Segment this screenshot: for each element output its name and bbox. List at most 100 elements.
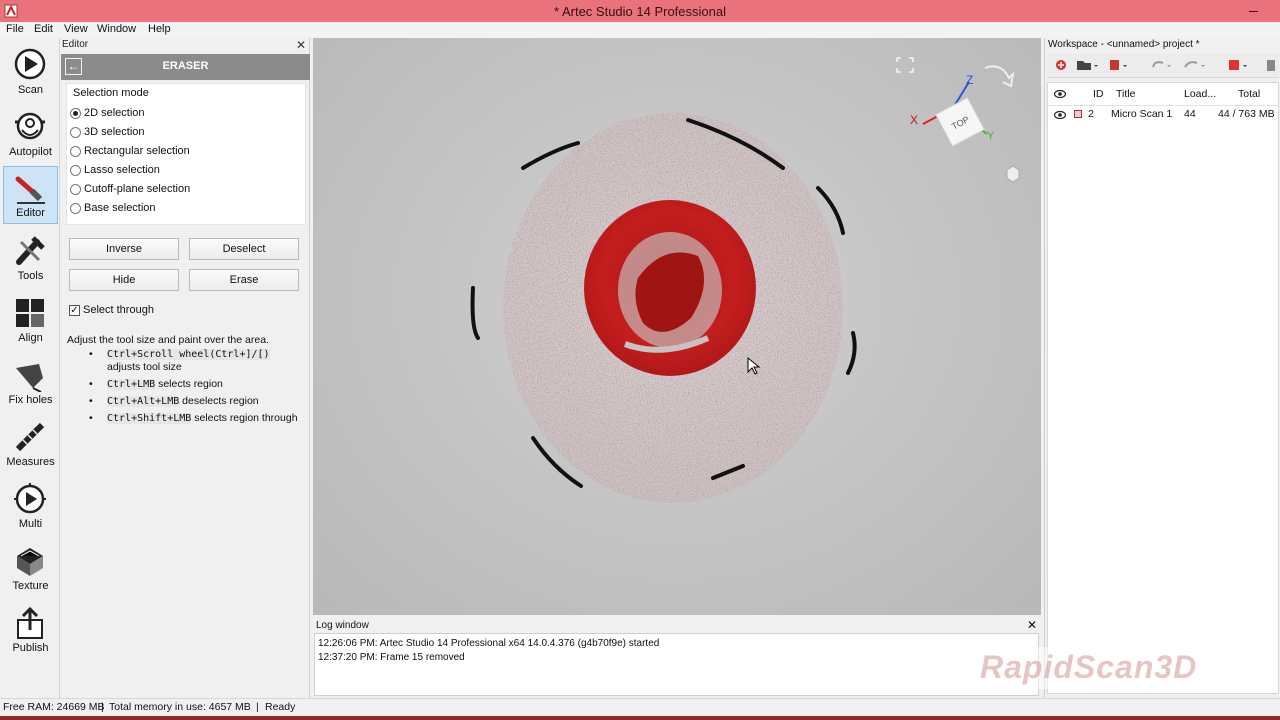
radio-dot bbox=[70, 108, 81, 119]
axis-y-label: Y bbox=[987, 130, 995, 142]
orientation-gizmo[interactable]: TOP X Z Y bbox=[910, 73, 995, 148]
menu-file[interactable]: File bbox=[4, 23, 26, 35]
texture-icon bbox=[17, 548, 43, 576]
radio-dot bbox=[70, 184, 81, 195]
menu-view[interactable]: View bbox=[62, 23, 90, 35]
tool-texture[interactable]: Texture bbox=[3, 538, 58, 596]
tool-scan[interactable]: Scan bbox=[3, 42, 58, 100]
title-bar: * Artec Studio 14 Professional bbox=[0, 0, 1280, 22]
undo-icon[interactable] bbox=[1152, 61, 1171, 68]
watermark-text: RapidScan3D bbox=[980, 649, 1198, 685]
editor-panel: Editor ✕ ← ERASER Selection mode 2D sele… bbox=[61, 38, 310, 698]
new-project-icon[interactable] bbox=[1056, 60, 1066, 70]
status-separator: | bbox=[101, 701, 104, 713]
trash-icon[interactable] bbox=[1267, 60, 1275, 71]
log-line: 12:37:20 PM: Frame 15 removed bbox=[318, 652, 465, 663]
save-icon[interactable] bbox=[1110, 60, 1127, 70]
home-view-cube-icon[interactable] bbox=[1006, 165, 1020, 183]
filter-icon[interactable] bbox=[1229, 60, 1247, 70]
menu-edit[interactable]: Edit bbox=[32, 23, 55, 35]
fix-holes-icon bbox=[16, 364, 43, 392]
tool-label: Fix holes bbox=[8, 394, 53, 406]
list-item: Ctrl+Alt+LMB deselects region bbox=[89, 395, 304, 408]
tool-align[interactable]: Align bbox=[3, 290, 58, 348]
list-item: Ctrl+Shift+LMB selects region through bbox=[89, 412, 304, 425]
tool-tools[interactable]: Tools bbox=[3, 228, 58, 286]
rapidscan3d-watermark: RapidScan3D bbox=[974, 647, 1228, 689]
visibility-eye-icon[interactable] bbox=[1054, 110, 1066, 120]
scan-point-cloud: TOP X Z Y bbox=[470, 57, 1020, 503]
tools-icon bbox=[16, 236, 45, 265]
menu-help[interactable]: Help bbox=[146, 23, 173, 35]
tool-label: Measures bbox=[6, 456, 55, 468]
erase-button[interactable]: Erase bbox=[189, 269, 299, 291]
open-folder-icon[interactable] bbox=[1077, 61, 1098, 70]
list-item: Ctrl+Scroll wheel(Ctrl+]/[)adjusts tool … bbox=[89, 348, 304, 374]
3d-viewport[interactable]: TOP X Z Y bbox=[313, 38, 1041, 615]
tool-label: Tools bbox=[17, 270, 44, 282]
tool-label: Publish bbox=[12, 642, 49, 654]
shortcut-text: adjusts tool size bbox=[107, 361, 182, 373]
shortcut-text: deselects region bbox=[182, 395, 259, 407]
editor-header: Editor ✕ bbox=[61, 38, 310, 53]
column-header-id[interactable]: ID bbox=[1093, 88, 1104, 100]
log-content[interactable]: 12:26:06 PM: Artec Studio 14 Professiona… bbox=[314, 633, 1039, 696]
tool-title: ERASER bbox=[162, 60, 209, 72]
tool-editor[interactable]: Editor bbox=[3, 166, 58, 224]
axis-z-label: Z bbox=[966, 73, 973, 87]
main-toolbar: Scan Autopilot Editor Tools Align Fix ho… bbox=[0, 38, 60, 698]
log-line: 12:26:06 PM: Artec Studio 14 Professiona… bbox=[318, 638, 660, 649]
eraser-banner: ← ERASER bbox=[61, 54, 310, 80]
menu-window[interactable]: Window bbox=[95, 23, 138, 35]
tool-label: Texture bbox=[12, 580, 49, 592]
tool-autopilot[interactable]: Autopilot bbox=[3, 104, 58, 162]
workspace-table: ID Title Load... Total 2 Micro Scan 1 44… bbox=[1047, 82, 1279, 694]
tool-publish[interactable]: Publish bbox=[3, 600, 58, 658]
column-header-loaded[interactable]: Load... bbox=[1184, 88, 1216, 100]
radio-label: Cutoff-plane selection bbox=[84, 183, 191, 195]
autopilot-icon bbox=[15, 112, 45, 140]
fullscreen-icon[interactable] bbox=[896, 57, 914, 73]
tool-label: Multi bbox=[18, 518, 43, 530]
close-icon[interactable]: ✕ bbox=[1027, 618, 1037, 632]
close-icon[interactable]: ✕ bbox=[296, 38, 306, 52]
radio-label: 3D selection bbox=[84, 126, 145, 138]
table-row[interactable]: 2 Micro Scan 1 44 44 / 763 MB bbox=[1048, 106, 1278, 122]
minimize-button[interactable] bbox=[1246, 2, 1262, 18]
radio-label: 2D selection bbox=[84, 107, 145, 119]
column-header-title[interactable]: Title bbox=[1116, 88, 1135, 100]
hide-button[interactable]: Hide bbox=[69, 269, 179, 291]
workspace-toolbar bbox=[1047, 54, 1279, 78]
row-total: 44 / 763 MB bbox=[1218, 108, 1275, 120]
redo-icon[interactable] bbox=[1184, 61, 1205, 68]
axis-x-label: X bbox=[910, 113, 918, 127]
status-total-memory: Total memory in use: 4657 MB bbox=[109, 701, 251, 713]
align-icon bbox=[16, 299, 44, 327]
status-free-ram: Free RAM: 24669 MB bbox=[3, 701, 105, 713]
workspace-title: Workspace - <unnamed> project * bbox=[1048, 39, 1200, 50]
selection-mode-title: Selection mode bbox=[73, 87, 149, 99]
radio-dot bbox=[70, 165, 81, 176]
checkmark-icon: ✓ bbox=[69, 305, 80, 316]
radio-dot bbox=[70, 146, 81, 157]
radio-dot bbox=[70, 127, 81, 138]
radio-label: Lasso selection bbox=[84, 164, 160, 176]
tool-fix-holes[interactable]: Fix holes bbox=[3, 352, 58, 410]
editor-title: Editor bbox=[62, 39, 89, 50]
log-window: Log window ✕ 12:26:06 PM: Artec Studio 1… bbox=[313, 618, 1041, 698]
row-title: Micro Scan 1 bbox=[1111, 108, 1173, 120]
status-state: Ready bbox=[265, 701, 296, 713]
shortcut-list: Ctrl+Scroll wheel(Ctrl+]/[)adjusts tool … bbox=[89, 348, 304, 429]
publish-icon bbox=[17, 606, 43, 639]
scan-play-icon bbox=[14, 48, 46, 80]
inverse-button[interactable]: Inverse bbox=[69, 238, 179, 260]
scan-color-swatch[interactable] bbox=[1074, 110, 1082, 118]
tool-measures[interactable]: Measures bbox=[3, 414, 58, 472]
rotate-view-icon[interactable] bbox=[984, 65, 1015, 88]
deselect-button[interactable]: Deselect bbox=[189, 238, 299, 260]
column-header-total[interactable]: Total bbox=[1238, 88, 1260, 100]
tool-multi[interactable]: Multi bbox=[3, 476, 58, 534]
log-window-title: Log window bbox=[316, 620, 369, 631]
visibility-eye-icon[interactable] bbox=[1054, 89, 1066, 99]
taskbar-strip bbox=[0, 716, 1280, 720]
